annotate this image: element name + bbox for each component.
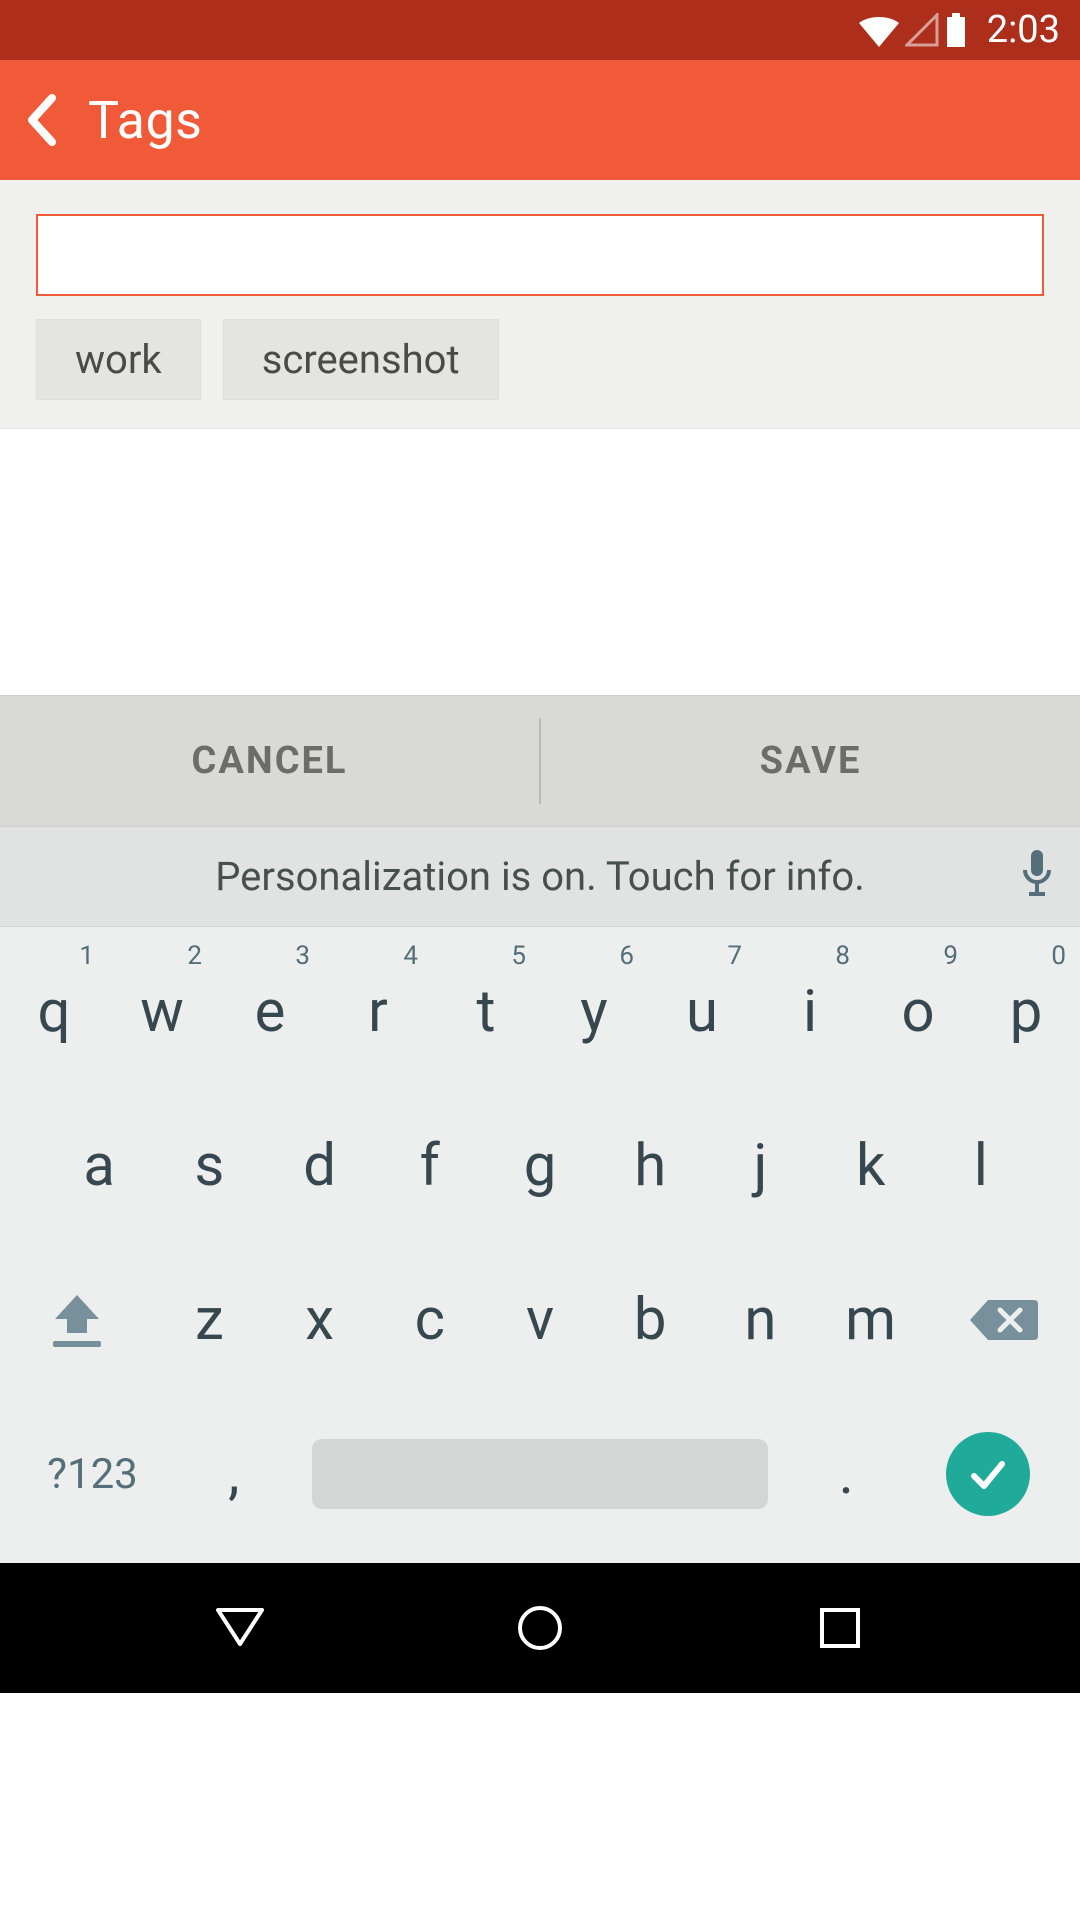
key-d[interactable]: d [264,1089,374,1243]
tag-section: work screenshot [0,180,1080,429]
nav-home[interactable] [480,1604,600,1652]
nav-home-icon [516,1604,564,1652]
key-f[interactable]: f [375,1089,485,1243]
key-p[interactable]: 0p [972,935,1080,1089]
key-e[interactable]: 3e [216,935,324,1089]
key-shift[interactable] [0,1243,154,1397]
suggestion-text: Personalization is on. Touch for info. [215,853,865,900]
tag-chip[interactable]: screenshot [223,319,499,400]
keyboard-suggestion-bar[interactable]: Personalization is on. Touch for info. [0,827,1080,927]
key-i[interactable]: 8i [756,935,864,1089]
spacebar-surface [312,1439,767,1509]
back-button[interactable] [24,94,60,146]
shift-underline [53,1341,101,1347]
tag-chip[interactable]: work [36,319,201,400]
key-y[interactable]: 6y [540,935,648,1089]
key-s[interactable]: s [154,1089,264,1243]
key-symbols[interactable]: ?123 [10,1397,175,1551]
key-z[interactable]: z [154,1291,264,1349]
nav-recent[interactable] [780,1606,900,1650]
key-w[interactable]: 2w [108,935,216,1089]
page-title: Tags [88,90,202,151]
key-enter[interactable] [905,1397,1070,1551]
key-space[interactable] [293,1439,788,1509]
key-k[interactable]: k [816,1089,926,1243]
keyboard-row-4: ?123 , . [0,1397,1080,1551]
nav-recent-icon [818,1606,862,1650]
mic-button[interactable] [1020,848,1054,906]
action-bar: CANCEL SAVE [0,695,1080,827]
microphone-icon [1020,848,1054,896]
key-backspace[interactable] [926,1243,1080,1397]
nav-back[interactable] [180,1604,300,1652]
key-j[interactable]: j [705,1089,815,1243]
keyboard: 1q 2w 3e 4r 5t 6y 7u 8i 9o 0p a s d f g … [0,927,1080,1563]
key-c[interactable]: c [375,1291,485,1349]
tag-input[interactable] [36,214,1044,296]
key-t[interactable]: 5t [432,935,540,1089]
shift-icon [51,1293,103,1337]
navigation-bar [0,1563,1080,1693]
battery-icon [945,13,967,47]
key-m[interactable]: m [816,1291,926,1349]
key-l[interactable]: l [926,1089,1036,1243]
key-q[interactable]: 1q [0,935,108,1089]
keyboard-row-1: 1q 2w 3e 4r 5t 6y 7u 8i 9o 0p [0,935,1080,1089]
key-g[interactable]: g [485,1089,595,1243]
status-time: 2:03 [987,8,1060,52]
nav-back-icon [212,1604,268,1652]
key-r[interactable]: 4r [324,935,432,1089]
keyboard-row-3: z x c v b n m [0,1243,1080,1397]
key-b[interactable]: b [595,1291,705,1349]
empty-area [0,429,1080,695]
check-icon [966,1452,1010,1496]
back-icon [24,94,60,146]
key-o[interactable]: 9o [864,935,972,1089]
key-h[interactable]: h [595,1089,705,1243]
status-bar: 2:03 [0,0,1080,60]
backspace-icon [968,1296,1038,1344]
wifi-icon [859,13,899,47]
key-period[interactable]: . [787,1397,905,1551]
key-n[interactable]: n [705,1291,815,1349]
key-a[interactable]: a [44,1089,154,1243]
save-button[interactable]: SAVE [541,696,1080,826]
key-u[interactable]: 7u [648,935,756,1089]
key-v[interactable]: v [485,1291,595,1349]
cancel-button[interactable]: CANCEL [0,696,539,826]
tags-row: work screenshot [36,319,1044,400]
cell-signal-icon [905,13,939,47]
app-bar: Tags [0,60,1080,180]
status-icons [859,13,967,47]
key-comma[interactable]: , [175,1397,293,1551]
key-x[interactable]: x [264,1291,374,1349]
keyboard-row-2: a s d f g h j k l [0,1089,1080,1243]
